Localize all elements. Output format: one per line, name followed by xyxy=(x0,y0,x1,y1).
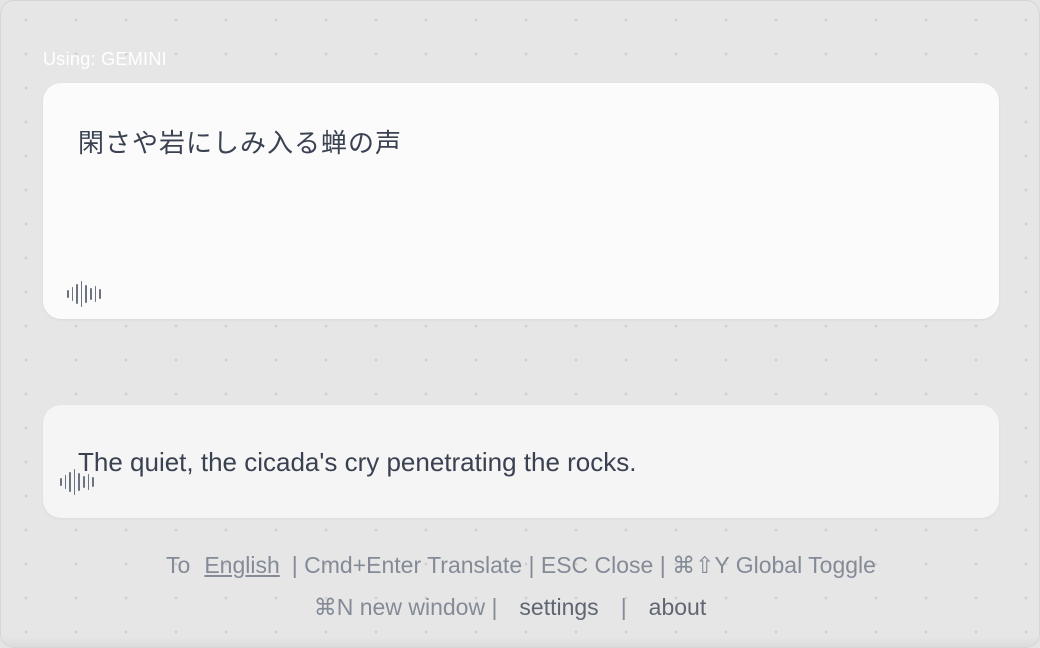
footer-links: ⌘N new window | settings | about xyxy=(1,594,1039,621)
to-label: To xyxy=(166,552,191,578)
engine-label: Using: GEMINI xyxy=(43,49,167,69)
source-text[interactable]: 閑さや岩にしみ入る蝉の声 xyxy=(78,123,402,160)
about-link[interactable]: about xyxy=(649,594,707,620)
window-bottom-edge xyxy=(1,637,1039,647)
new-window-hint: ⌘N new window | xyxy=(313,594,498,620)
shortcut-bar: To English | Cmd+Enter Translate | ESC Clo… xyxy=(1,552,1039,579)
source-text-panel[interactable]: 閑さや岩にしみ入る蝉の声 xyxy=(43,83,999,319)
footer-separator: | xyxy=(620,594,627,620)
translation-panel[interactable]: The quiet, the cicada's cry penetrating … xyxy=(43,405,999,518)
translator-window: Using: GEMINI 閑さや岩にしみ入る蝉の声 The quiet, th… xyxy=(0,0,1040,648)
shortcut-hints: | Cmd+Enter Translate | ESC Close | ⌘⇧Y … xyxy=(291,552,876,578)
waveform-icon[interactable] xyxy=(67,281,101,307)
settings-link[interactable]: settings xyxy=(519,594,598,620)
translation-text[interactable]: The quiet, the cicada's cry penetrating … xyxy=(78,447,636,478)
target-language-link[interactable]: English xyxy=(204,552,279,578)
